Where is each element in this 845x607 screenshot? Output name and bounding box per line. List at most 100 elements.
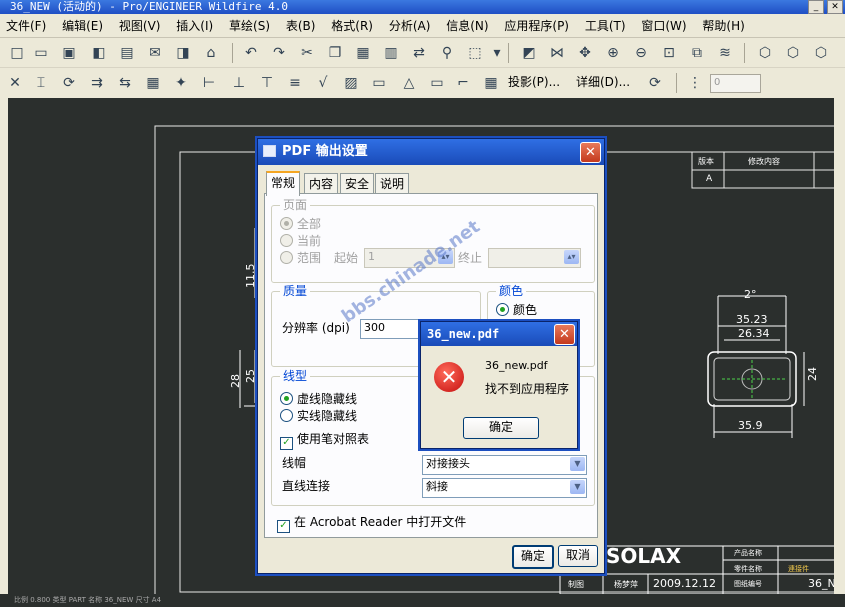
folder-icon[interactable]: ▭ — [428, 74, 446, 92]
chevron-down-icon[interactable]: ▼ — [570, 480, 585, 494]
value-field[interactable]: 0 — [710, 74, 761, 93]
end-spinner-icon[interactable]: ▴▾ — [564, 250, 579, 264]
paste-icon[interactable]: ▦ — [354, 44, 372, 62]
page-range-radio[interactable] — [280, 251, 293, 264]
projection-button[interactable]: 投影(P)... — [508, 73, 560, 91]
paste-special-icon[interactable]: ▥ — [382, 44, 400, 62]
layers-icon[interactable]: ≋ — [716, 44, 734, 62]
refit-icon[interactable]: ⊡ — [660, 44, 678, 62]
color-radio[interactable] — [496, 303, 509, 316]
close-window-button[interactable]: ✕ — [827, 0, 843, 14]
color-option[interactable]: 颜色 — [496, 302, 537, 318]
grid-icon[interactable]: ▦ — [482, 74, 500, 92]
dashed-hidden-option[interactable]: 虚线隐藏线 — [280, 391, 357, 407]
select-dropdown-icon[interactable]: ▾ — [488, 44, 506, 62]
save-icon[interactable]: ▣ — [60, 44, 78, 62]
menu-analysis[interactable]: 分析(A) — [383, 14, 437, 38]
symbol-icon[interactable]: △ — [400, 74, 418, 92]
menu-file[interactable]: 文件(F) — [0, 14, 52, 38]
spin-center-icon[interactable]: ⋈ — [548, 44, 566, 62]
menu-help[interactable]: 帮助(H) — [696, 14, 750, 38]
delete-icon[interactable]: ✕ — [6, 74, 24, 92]
mail-icon[interactable]: ✉ — [146, 44, 164, 62]
ordinate-icon[interactable]: ⊥ — [230, 74, 248, 92]
redo-icon[interactable]: ↷ — [270, 44, 288, 62]
menu-format[interactable]: 格式(R) — [325, 14, 379, 38]
chevron-down-icon[interactable]: ▼ — [570, 457, 585, 471]
refresh-icon[interactable]: ⟳ — [60, 74, 78, 92]
named-views-icon[interactable]: ⧉ — [688, 44, 706, 62]
open-in-acrobat-checkbox[interactable]: ✓ — [277, 520, 290, 533]
zoom-out-icon[interactable]: ⊖ — [632, 44, 650, 62]
no-hidden-icon[interactable]: ⬡ — [812, 44, 830, 62]
copy-icon[interactable]: ❐ — [326, 44, 344, 62]
wireframe-icon[interactable]: ⬡ — [756, 44, 774, 62]
snap-icon[interactable]: ⌐ — [454, 74, 472, 92]
dashed-hidden-radio[interactable] — [280, 392, 293, 405]
solid-hidden-radio[interactable] — [280, 409, 293, 422]
minimize-button[interactable]: _ — [808, 0, 824, 14]
regenerate-icon[interactable]: ⇄ — [410, 44, 428, 62]
move-item-icon[interactable]: ⇆ — [116, 74, 134, 92]
page-current-radio[interactable] — [280, 234, 293, 247]
new-file-icon[interactable]: □ — [8, 44, 26, 62]
pdf-ok-button[interactable]: 确定 — [512, 545, 554, 569]
menu-tools[interactable]: 工具(T) — [579, 14, 632, 38]
move-view-icon[interactable]: ⇉ — [88, 74, 106, 92]
line-join-select[interactable]: 斜接 ▼ — [422, 478, 587, 498]
note-icon[interactable]: ≡ — [286, 74, 304, 92]
open-in-acrobat-label: 在 Acrobat Reader 中打开文件 — [294, 515, 467, 529]
select-box-icon[interactable]: ⬚ — [466, 44, 484, 62]
mail-attach-icon[interactable]: ◨ — [174, 44, 192, 62]
menu-window[interactable]: 窗口(W) — [635, 14, 692, 38]
menu-sketch[interactable]: 草绘(S) — [223, 14, 276, 38]
find-icon[interactable]: ⚲ — [438, 44, 456, 62]
use-pen-table-option[interactable]: ✓ 使用笔对照表 — [280, 431, 369, 450]
table-icon[interactable]: ▦ — [144, 74, 162, 92]
cut-icon[interactable]: ✂ — [298, 44, 316, 62]
ref-dim-icon[interactable]: ⊤ — [258, 74, 276, 92]
zoom-in-icon[interactable]: ⊕ — [604, 44, 622, 62]
dimension-icon[interactable]: ⊢ — [200, 74, 218, 92]
page-current-option[interactable]: 当前 — [280, 233, 321, 249]
open-in-acrobat-option[interactable]: ✓ 在 Acrobat Reader 中打开文件 — [277, 514, 466, 533]
end-page-field[interactable]: ▴▾ — [488, 248, 581, 268]
drag-handle-icon[interactable]: ⋮ — [686, 74, 704, 92]
page-all-option[interactable]: 全部 — [280, 216, 321, 232]
pdf-dialog-close-button[interactable]: ✕ — [580, 142, 601, 163]
hidden-line-icon[interactable]: ⬡ — [784, 44, 802, 62]
error-dialog-close-button[interactable]: ✕ — [554, 324, 575, 345]
repaint-icon[interactable]: ◩ — [520, 44, 538, 62]
menu-applications[interactable]: 应用程序(P) — [498, 14, 575, 38]
tab-security[interactable]: 安全 — [340, 173, 375, 194]
hatch-icon[interactable]: ▨ — [342, 74, 360, 92]
use-pen-table-checkbox[interactable]: ✓ — [280, 437, 293, 450]
menu-edit[interactable]: 编辑(E) — [56, 14, 109, 38]
orient-icon[interactable]: ✥ — [576, 44, 594, 62]
tab-description[interactable]: 说明 — [375, 173, 410, 194]
surface-finish-icon[interactable]: √ — [314, 74, 332, 92]
line-cap-select[interactable]: 对接接头 ▼ — [422, 455, 587, 475]
detail-button[interactable]: 详细(D)... — [576, 73, 630, 91]
menu-insert[interactable]: 插入(I) — [170, 14, 219, 38]
open-folder-icon[interactable]: ▭ — [32, 44, 50, 62]
export-pdf-icon[interactable]: ◧ — [90, 44, 108, 62]
print-icon[interactable]: ▤ — [118, 44, 136, 62]
update-icon[interactable]: ⟳ — [646, 74, 664, 92]
tab-content[interactable]: 内容 — [304, 173, 339, 194]
window-title: 36_NEW (活动的) - Pro/ENGINEER Wildfire 4.0 — [0, 0, 845, 14]
datum-icon[interactable]: ⌶ — [32, 74, 50, 92]
pdf-cancel-button[interactable]: 取消 — [558, 545, 598, 567]
page-all-radio[interactable] — [280, 217, 293, 230]
undo-icon[interactable]: ↶ — [242, 44, 260, 62]
menu-table[interactable]: 表(B) — [280, 14, 322, 38]
menu-info[interactable]: 信息(N) — [440, 14, 494, 38]
mail-link-icon[interactable]: ⌂ — [202, 44, 220, 62]
menu-view[interactable]: 视图(V) — [113, 14, 167, 38]
solid-hidden-option[interactable]: 实线隐藏线 — [280, 408, 357, 424]
page-range-option[interactable]: 范围 — [280, 250, 321, 266]
show-annotations-icon[interactable]: ✦ — [172, 74, 190, 92]
tab-general[interactable]: 常规 — [266, 171, 301, 196]
error-ok-button[interactable]: 确定 — [463, 417, 539, 439]
scale-icon[interactable]: ▭ — [370, 74, 388, 92]
